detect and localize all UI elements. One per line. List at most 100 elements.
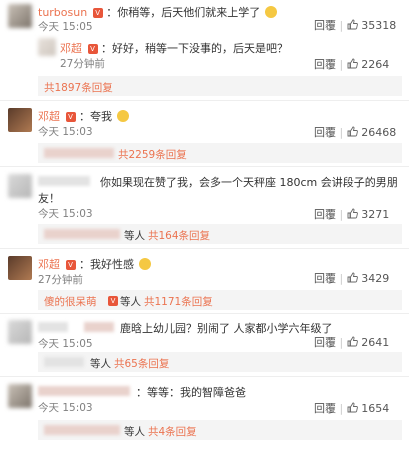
comment-text: ：夸我 xyxy=(79,110,112,123)
actions: 回覆 | 35318 xyxy=(314,17,396,33)
comment-text: ：你稍等，后天他们就来上学了 xyxy=(106,6,261,19)
redacted-username xyxy=(44,425,120,435)
avatar[interactable] xyxy=(38,38,56,56)
more-replies-bar[interactable]: 傻的很呆萌 V 等人 共1171条回复 xyxy=(38,290,402,310)
like-count: 3271 xyxy=(361,208,390,221)
comment-text: 你如果现在赞了我，会多一个天秤座 180cm 会讲段子的男朋 xyxy=(100,176,398,189)
actions: 回覆 | 2264 xyxy=(314,56,389,72)
comment-line: turbosun V ：你稍等，后天他们就来上学了 xyxy=(38,4,277,20)
divider xyxy=(0,166,409,167)
timestamp: 27分钟前 xyxy=(60,58,105,70)
divider xyxy=(0,313,409,314)
timestamp: 今天 15:03 xyxy=(38,126,93,138)
redacted-username xyxy=(38,386,130,396)
more-replies-bar[interactable]: 等人 共4条回复 xyxy=(38,420,402,440)
avatar[interactable] xyxy=(8,320,32,344)
comment-text-cont: 友！ xyxy=(38,192,60,205)
like-count: 2641 xyxy=(361,336,390,349)
thumbs-up-icon[interactable] xyxy=(347,58,358,69)
reply-button[interactable]: 回覆 xyxy=(314,402,336,415)
more-replies-link[interactable]: 共164条回复 xyxy=(148,228,210,243)
timestamp: 27分钟前 xyxy=(38,274,83,286)
avatar[interactable] xyxy=(8,4,32,28)
divider xyxy=(0,248,409,249)
divider: | xyxy=(339,208,344,221)
timestamp: 今天 15:03 xyxy=(38,208,93,220)
comment-text: ：等等：我的智障爸爸 xyxy=(136,386,246,399)
divider xyxy=(0,100,409,101)
username[interactable]: 邓超 xyxy=(38,110,60,123)
more-replies-bar[interactable]: 等人 共65条回复 xyxy=(38,352,402,372)
username[interactable]: 邓超 xyxy=(60,42,82,55)
avatar[interactable] xyxy=(8,174,32,198)
actions: 回覆 | 1654 xyxy=(314,400,389,416)
vip-badge-icon: V xyxy=(92,8,103,18)
vip-badge-icon: V xyxy=(65,112,76,122)
like-count: 3429 xyxy=(361,272,390,285)
more-replies-link[interactable]: 共1897条回复 xyxy=(44,80,113,95)
thumbs-up-icon[interactable] xyxy=(347,19,358,30)
emoji-icon xyxy=(264,6,277,18)
more-replies-prefix: 等人 xyxy=(124,230,145,242)
avatar[interactable] xyxy=(8,384,32,408)
actions: 回覆 | 3271 xyxy=(314,206,389,222)
more-replies-link[interactable]: 共1171条回复 xyxy=(144,294,213,309)
divider: | xyxy=(339,402,344,415)
divider: | xyxy=(339,272,344,285)
avatar[interactable] xyxy=(8,108,32,132)
more-replies-bar[interactable]: 等人 共164条回复 xyxy=(38,224,402,244)
thumbs-up-icon[interactable] xyxy=(347,126,358,137)
like-count: 2264 xyxy=(361,58,390,71)
more-replies-bar[interactable]: 共2259条回复 xyxy=(38,143,402,163)
more-replies-prefix: 等人 xyxy=(90,358,111,370)
comment-text: ：好好，稍等一下没事的，后天是吧？ xyxy=(101,42,288,55)
redacted-username xyxy=(38,176,90,186)
reply-button[interactable]: 回覆 xyxy=(314,336,336,349)
redacted-username xyxy=(38,322,68,332)
divider xyxy=(0,376,409,377)
comment-text: ：我好性感 xyxy=(79,258,134,271)
more-replies-link[interactable]: 共2259条回复 xyxy=(118,147,187,162)
comment-line: 邓超 V ：好好，稍等一下没事的，后天是吧？ xyxy=(60,40,288,56)
comment-line: 邓超 V ：我好性感 xyxy=(38,256,151,272)
username[interactable]: 邓超 xyxy=(38,258,60,271)
vip-badge-icon: V xyxy=(87,44,98,54)
like-count: 1654 xyxy=(361,402,390,415)
thumbs-up-icon[interactable] xyxy=(347,336,358,347)
emoji-icon xyxy=(138,258,151,270)
timestamp: 今天 15:05 xyxy=(38,21,93,33)
avatar[interactable] xyxy=(8,256,32,280)
divider: | xyxy=(339,126,344,139)
emoji-icon xyxy=(116,110,129,122)
thumbs-up-icon[interactable] xyxy=(347,272,358,283)
reply-button[interactable]: 回覆 xyxy=(314,58,336,71)
more-replies-link[interactable]: 共65条回复 xyxy=(114,356,169,371)
like-count: 35318 xyxy=(361,19,397,32)
thumbs-up-icon[interactable] xyxy=(347,402,358,413)
actions: 回覆 | 3429 xyxy=(314,270,389,286)
divider: | xyxy=(339,336,344,349)
reply-button[interactable]: 回覆 xyxy=(314,208,336,221)
actions: 回覆 | 2641 xyxy=(314,334,389,350)
more-replies-link[interactable]: 共4条回复 xyxy=(148,424,197,439)
comment-text: 鹿晗上幼儿园？别闹了 人家都小学六年级了 xyxy=(120,322,333,335)
comment-line: 邓超 V ：夸我 xyxy=(38,108,129,124)
reply-button[interactable]: 回覆 xyxy=(314,19,336,32)
more-replies-bar[interactable]: 共1897条回复 xyxy=(38,76,402,96)
badge-icon: V xyxy=(108,296,118,306)
reply-button[interactable]: 回覆 xyxy=(314,126,336,139)
thumbs-up-icon[interactable] xyxy=(347,208,358,219)
more-replies-prefix: 等人 xyxy=(120,296,141,308)
reply-username[interactable]: 傻的很呆萌 xyxy=(44,294,97,309)
reply-button[interactable]: 回覆 xyxy=(314,272,336,285)
redacted-username xyxy=(44,148,114,158)
redacted-username xyxy=(44,229,120,239)
timestamp: 今天 15:03 xyxy=(38,402,93,414)
actions: 回覆 | 26468 xyxy=(314,124,396,140)
redacted-username xyxy=(44,357,84,367)
more-replies-prefix: 等人 xyxy=(124,426,145,438)
divider: | xyxy=(339,19,344,32)
vip-badge-icon: V xyxy=(65,260,76,270)
divider: | xyxy=(339,58,344,71)
username[interactable]: turbosun xyxy=(38,6,87,19)
